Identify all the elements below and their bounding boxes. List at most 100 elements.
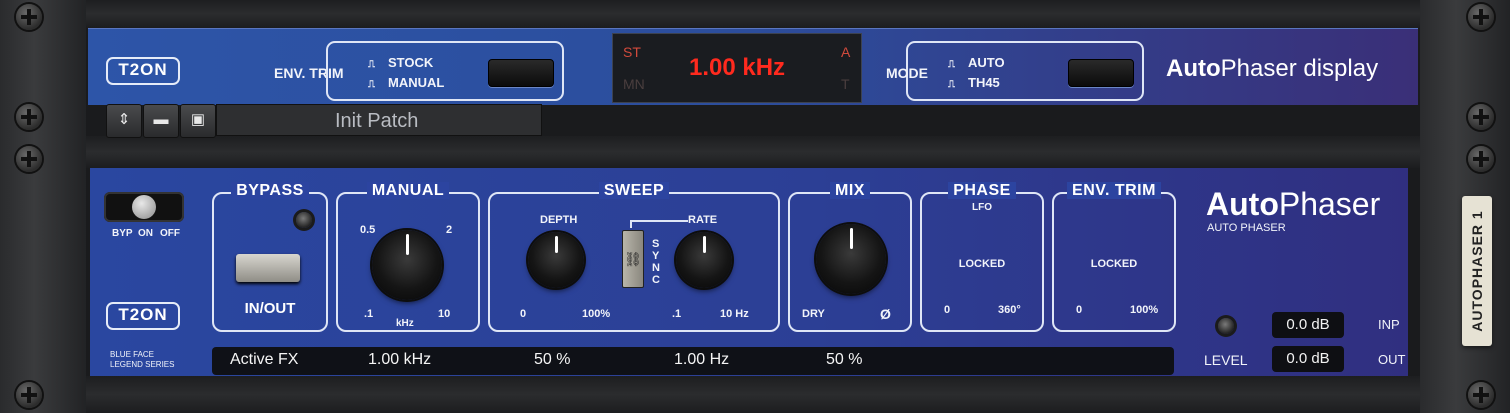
radio-indicator-icon: ⎍ [948, 59, 955, 70]
device-name-tape[interactable]: AUTOPHASER 1 [1462, 196, 1492, 346]
rack-screw-icon [1468, 146, 1494, 172]
manual-frequency-knob[interactable] [372, 230, 442, 300]
phase-scale-label: 0 [944, 304, 951, 316]
status-rate-value: 1.00 Hz [674, 351, 730, 368]
manual-scale-label: 10 [438, 308, 451, 320]
updown-arrow-icon: ⇕ [117, 111, 131, 128]
manual-scale-label: 2 [446, 224, 453, 236]
sync-label: SYNC [652, 238, 660, 286]
status-manual-value: 1.00 kHz [368, 351, 432, 368]
bypass-section: BYPASS IN/OUT [212, 182, 328, 332]
rate-label: RATE [688, 214, 718, 226]
phase-subtitle: LFO [972, 202, 992, 213]
radio-indicator-icon: ⎍ [368, 59, 375, 70]
product-subtitle: AUTO PHASER [1207, 222, 1286, 234]
open-patch-button[interactable]: ▬ [143, 104, 179, 138]
rack-rail-left [0, 0, 86, 413]
rack-screw-icon [16, 104, 42, 130]
env-trim-option-stock[interactable]: ⎍ STOCK [368, 55, 433, 70]
env-trim-selector: ⎍ STOCK ⎍ MANUAL [326, 41, 564, 101]
env-trim-locked-label: LOCKED [1090, 258, 1138, 270]
rack-top-strip [86, 0, 1420, 28]
output-level-display: 0.0 dB [1272, 346, 1344, 372]
sweep-rate-knob[interactable] [676, 232, 732, 288]
env-trim-option-manual[interactable]: ⎍ MANUAL [368, 75, 444, 90]
manual-unit-label: kHz [396, 318, 414, 329]
patch-name-field[interactable]: Init Patch [216, 104, 542, 136]
bypass-led-icon [296, 212, 312, 228]
bypass-in-out-button[interactable] [236, 254, 300, 282]
phase-section: PHASE LFO LOCKED 0 360° [920, 182, 1044, 332]
mode-option-th45[interactable]: ⎍ TH45 [948, 75, 1000, 90]
rack-screw-icon [1468, 382, 1494, 408]
manual-scale-label: 0.5 [360, 224, 376, 236]
folder-icon: ▬ [153, 111, 169, 128]
phase-scale-label: 360° [998, 304, 1021, 316]
mix-knob[interactable] [816, 224, 886, 294]
save-patch-button[interactable]: ▣ [180, 104, 216, 138]
status-active-fx: Active FX [230, 351, 299, 368]
rack-screw-icon [1468, 104, 1494, 130]
depth-scale-label: 100% [582, 308, 611, 320]
env-trim-scale-label: 100% [1130, 304, 1159, 316]
manual-section: MANUAL 0.5 2 .1 kHz 10 [336, 182, 480, 332]
depth-scale-label: 0 [520, 308, 527, 320]
sweep-section: SWEEP DEPTH 0 100% RATE ⛓ SYNC .1 10 Hz [488, 182, 780, 332]
phase-locked-label: LOCKED [958, 258, 1006, 270]
output-level-label: OUT [1378, 352, 1406, 367]
link-icon: ⛓ [624, 251, 642, 267]
rate-scale-label: 10 Hz [720, 308, 749, 320]
sync-toggle-button[interactable]: ⛓ [622, 230, 644, 288]
radio-indicator-icon: ⎍ [948, 79, 955, 90]
parameter-status-bar: Active FX 1.00 kHz 50 % 1.00 Hz 50 % [212, 347, 1174, 375]
mode-label: MODE [886, 65, 928, 81]
rack-middle-strip [86, 136, 1420, 168]
status-mix-value: 50 % [826, 351, 863, 368]
lcd-value: 1.00 kHz [688, 54, 786, 81]
sweep-depth-knob[interactable] [528, 232, 584, 288]
level-led-icon [1218, 318, 1234, 334]
product-title: AutoPhaser [1206, 186, 1381, 222]
patch-up-down-button[interactable]: ⇕ [106, 104, 142, 138]
manual-title: MANUAL [366, 182, 450, 199]
rack-screw-icon [16, 382, 42, 408]
mode-toggle-button[interactable] [1068, 59, 1134, 87]
bypass-title: BYPASS [231, 182, 309, 199]
device-display-title: AutoPhaser display [1166, 55, 1379, 82]
rate-scale-label: .1 [672, 308, 682, 320]
rack-screw-icon [16, 4, 42, 30]
phase-title: PHASE [948, 182, 1016, 199]
brand-logo: T2ON [106, 57, 180, 85]
env-trim-title: ENV. TRIM [1067, 182, 1161, 199]
mode-option-auto[interactable]: ⎍ AUTO [948, 55, 1005, 70]
switch-label-on: ON [138, 228, 153, 239]
env-trim-toggle-button[interactable] [488, 59, 554, 87]
mix-title: MIX [830, 182, 870, 199]
switch-label-off: OFF [160, 228, 180, 239]
switch-handle-icon [132, 195, 156, 219]
manual-scale-label: .1 [364, 308, 374, 320]
sync-bracket-line [630, 220, 688, 222]
rack-screw-icon [1468, 4, 1494, 30]
status-depth-value: 50 % [534, 351, 571, 368]
lcd-display: ST MN A T 1.00 kHz [612, 33, 862, 103]
series-line-2: LEGEND SERIES [110, 360, 175, 369]
phase-invert-icon: Ø [880, 306, 891, 322]
brand-logo: T2ON [106, 302, 180, 330]
input-level-display: 0.0 dB [1272, 312, 1344, 338]
env-trim-scale-label: 0 [1076, 304, 1083, 316]
input-level-label: INP [1378, 317, 1400, 332]
mode-selector: ⎍ AUTO ⎍ TH45 [906, 41, 1144, 101]
env-trim-section: ENV. TRIM LOCKED 0 100% [1052, 182, 1176, 332]
bypass-mode-switch[interactable] [104, 192, 184, 222]
radio-indicator-icon: ⎍ [368, 79, 375, 90]
mix-scale-label: DRY [802, 308, 825, 320]
rack-screw-icon [16, 146, 42, 172]
mix-section: MIX DRY Ø [788, 182, 912, 332]
bypass-button-label: IN/OUT [244, 300, 296, 317]
series-line-1: BLUE FACE [110, 350, 155, 359]
floppy-disk-icon: ▣ [190, 111, 206, 128]
level-label: LEVEL [1204, 352, 1248, 368]
switch-label-byp: BYP [112, 228, 133, 239]
rack-bottom-strip [86, 376, 1420, 413]
